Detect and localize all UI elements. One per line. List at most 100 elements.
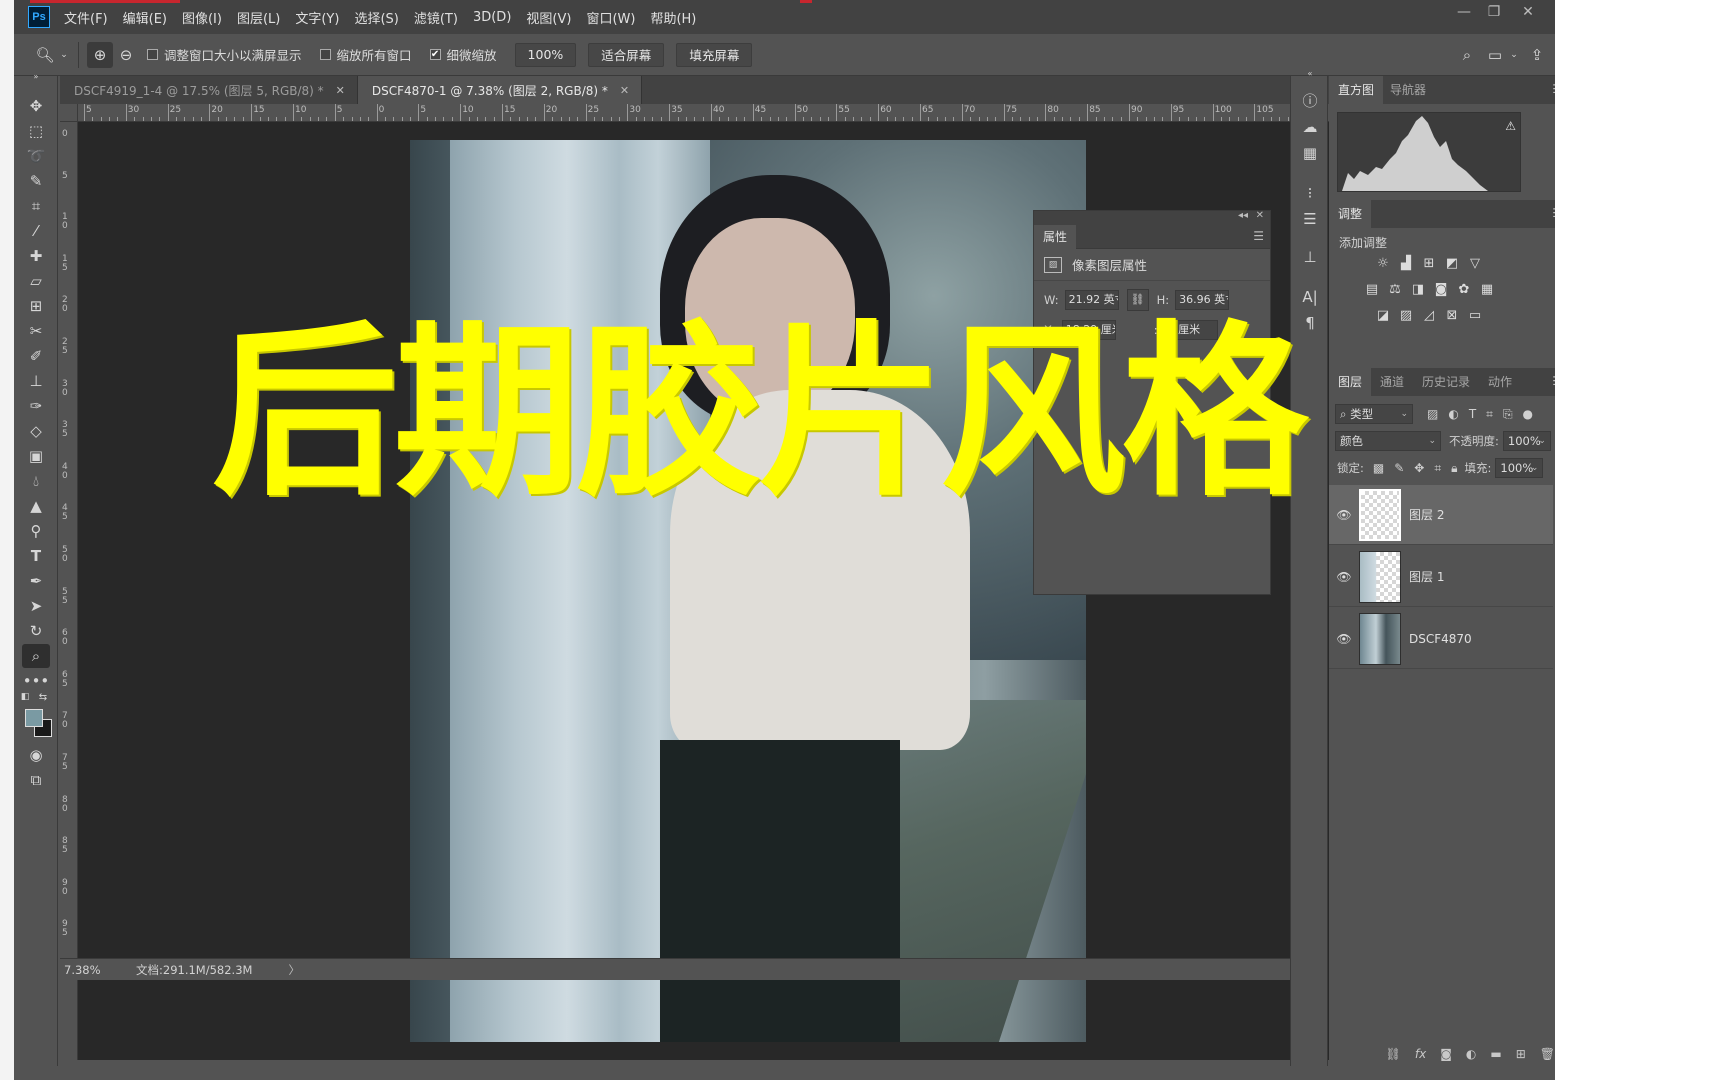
hue-saturation-icon[interactable]: ▤ xyxy=(1363,282,1381,298)
fx-icon[interactable]: fx xyxy=(1415,1047,1426,1061)
exposure-icon[interactable]: ◩ xyxy=(1443,256,1461,272)
close-icon[interactable]: ✕ xyxy=(1256,210,1264,221)
lock-artboard-icon[interactable]: ⌗ xyxy=(1434,461,1441,476)
pen-tool-icon[interactable]: ✒ xyxy=(22,569,50,593)
folder-icon[interactable]: ▬ xyxy=(1490,1047,1501,1061)
posterize-icon[interactable]: ▨ xyxy=(1397,308,1415,324)
quick-mask-icon[interactable]: ◉ xyxy=(22,743,50,767)
add-mask-icon[interactable]: ◙ xyxy=(1440,1047,1452,1061)
swap-colors-icon[interactable]: ⇆ xyxy=(36,690,50,704)
gradient-tool-icon[interactable]: ▣ xyxy=(22,444,50,468)
collapse-arrows-icon[interactable]: « xyxy=(1299,68,1321,80)
adjustment-layer-icon[interactable]: ◐ xyxy=(1466,1047,1476,1061)
horizontal-ruler[interactable]: 5 30 25 20 15 10 5 0 5 10 15 20 25 30 35 40 45 50 55 60 65 70… xyxy=(78,104,1420,122)
new-layer-icon[interactable]: ⊞ xyxy=(1516,1047,1526,1061)
brush-tool-icon[interactable]: ✐ xyxy=(22,344,50,368)
pixel-filter-icon[interactable]: ▨ xyxy=(1427,407,1438,421)
zoom-level[interactable]: 7.38% xyxy=(64,963,136,977)
zoom-all-windows-checkbox[interactable]: 缩放所有窗口 xyxy=(319,45,412,64)
menu-help[interactable]: 帮助(H) xyxy=(650,8,696,27)
menu-layer[interactable]: 图层(L) xyxy=(237,8,280,27)
layer-filter-select[interactable]: ⌕ 类型 ⌄ xyxy=(1335,404,1413,424)
chevron-down-icon[interactable]: ⌄ xyxy=(58,42,70,68)
layer-row-dscf4870[interactable]: 👁︎ DSCF4870 xyxy=(1329,609,1553,669)
threshold-icon[interactable]: ◿ xyxy=(1420,308,1438,324)
menu-type[interactable]: 文字(Y) xyxy=(295,8,339,27)
shape-filter-icon[interactable]: ⌗ xyxy=(1486,407,1493,422)
vertical-ruler[interactable]: 0 5 1 0 1 5 2 0 2 5 3 0 3 5 4 0 4 5 5 0 5 5 6 0 6 5 7 … xyxy=(60,122,78,1060)
invert-icon[interactable]: ◪ xyxy=(1374,308,1392,324)
tab-channels[interactable]: 通道 xyxy=(1371,368,1413,396)
document-photo[interactable] xyxy=(410,140,1086,1042)
brightness-icon[interactable]: ☼ xyxy=(1374,256,1392,272)
eye-visibility-icon[interactable]: 👁︎ xyxy=(1329,570,1359,584)
sharpen-tool-icon[interactable]: ▲ xyxy=(22,494,50,518)
quick-select-tool-icon[interactable]: ✎ xyxy=(22,169,50,193)
panel-menu-icon[interactable]: ☰ xyxy=(1253,229,1264,243)
history-brush-tool-icon[interactable]: ✑ xyxy=(22,394,50,418)
tab-actions[interactable]: 动作 xyxy=(1479,368,1521,396)
workspace-icon[interactable]: ▭ xyxy=(1482,42,1508,68)
channel-mixer-icon[interactable]: ✿ xyxy=(1455,282,1473,298)
close-icon[interactable]: ✕ xyxy=(620,84,629,97)
layer-row-layer2[interactable]: 👁︎ 图层 2 xyxy=(1329,485,1553,545)
blend-mode-select[interactable]: 颜色 ⌄ xyxy=(1335,431,1441,451)
fill-screen-button[interactable]: 填充屏幕 xyxy=(676,42,753,67)
eraser-tool-icon[interactable]: ◇ xyxy=(22,419,50,443)
filter-toggle-icon[interactable]: ● xyxy=(1523,407,1533,421)
lock-all-icon[interactable]: 🔒︎ xyxy=(1451,461,1457,476)
vibrance-icon[interactable]: ▽ xyxy=(1466,256,1484,272)
lasso-tool-icon[interactable]: ➰ xyxy=(22,144,50,168)
scrubby-zoom-checkbox[interactable]: ✔ 细微缩放 xyxy=(429,45,497,64)
tab-layers[interactable]: 图层 xyxy=(1329,368,1372,396)
marquee-tool-icon[interactable]: ⬚ xyxy=(22,119,50,143)
type-filter-icon[interactable]: T xyxy=(1469,407,1476,421)
resize-windows-checkbox[interactable]: 调整窗口大小以满屏显示 xyxy=(147,45,302,64)
menu-image[interactable]: 图像(I) xyxy=(182,8,222,27)
eye-visibility-icon[interactable]: 👁︎ xyxy=(1329,632,1359,646)
tab-dscf4870[interactable]: DSCF4870-1 @ 7.38% (图层 2, RGB/8) * ✕ xyxy=(357,76,643,104)
close-icon[interactable]: ✕ xyxy=(336,84,345,97)
healing-brush-tool-icon[interactable]: ✚ xyxy=(22,244,50,268)
collapse-arrows-icon[interactable]: » xyxy=(22,70,50,82)
scissors-tool-icon[interactable]: ✂ xyxy=(22,319,50,343)
search-icon[interactable]: ⌕ xyxy=(1454,42,1480,68)
menu-filter[interactable]: 滤镜(T) xyxy=(414,8,458,27)
zoom-in-icon[interactable]: ⊕ xyxy=(87,41,113,68)
gradient-map-icon[interactable]: ▭ xyxy=(1466,308,1484,324)
blur-tool-icon[interactable]: 💧︎ xyxy=(22,469,50,493)
menu-3d[interactable]: 3D(D) xyxy=(473,10,511,25)
zoom-100-button[interactable]: 100% xyxy=(514,42,577,67)
color-lookup-icon[interactable]: ▦ xyxy=(1478,282,1496,298)
lock-position-icon[interactable]: ✥ xyxy=(1414,461,1424,475)
fit-screen-button[interactable]: 适合屏幕 xyxy=(588,42,665,67)
chevron-down-icon[interactable]: ⌄ xyxy=(1508,42,1520,68)
smart-object-filter-icon[interactable]: ⎘ xyxy=(1503,407,1513,422)
link-layers-icon[interactable]: ⛓ xyxy=(1386,1047,1401,1061)
color-palette-icon[interactable]: ☁ xyxy=(1299,116,1321,138)
clone-source-icon[interactable]: ⊥ xyxy=(1299,246,1321,268)
adjustment-filter-icon[interactable]: ◐ xyxy=(1448,407,1458,421)
lock-pixels-icon[interactable]: ✎ xyxy=(1394,461,1404,475)
clone-stamp-tool-icon[interactable]: ⊥ xyxy=(22,369,50,393)
zoom-out-icon[interactable]: ⊖ xyxy=(113,42,139,68)
brush-settings-icon[interactable]: ⁝ xyxy=(1299,182,1321,204)
path-select-tool-icon[interactable]: ➤ xyxy=(22,594,50,618)
info-icon[interactable]: ⓘ xyxy=(1299,90,1321,112)
menu-view[interactable]: 视图(V) xyxy=(526,8,571,27)
default-colors-icon[interactable]: ◧ xyxy=(18,690,32,704)
photo-filter-icon[interactable]: ◙ xyxy=(1432,282,1450,298)
swatches-grid-icon[interactable]: ▦ xyxy=(1299,142,1321,164)
eye-visibility-icon[interactable]: 👁︎ xyxy=(1329,508,1359,522)
tab-history[interactable]: 历史记录 xyxy=(1413,368,1479,396)
layer-row-layer1[interactable]: 👁︎ 图层 1 xyxy=(1329,547,1553,607)
zoom-tool-icon[interactable]: ⌕ xyxy=(22,644,50,668)
adjust-sliders-icon[interactable]: ☰ xyxy=(1299,208,1321,230)
tab-navigator[interactable]: 导航器 xyxy=(1381,76,1435,104)
opacity-field[interactable]: 100% ⌄ xyxy=(1502,431,1551,451)
curves-icon[interactable]: ⊞ xyxy=(1420,256,1438,272)
move-tool-icon[interactable]: ✥ xyxy=(22,94,50,118)
menu-window[interactable]: 窗口(W) xyxy=(586,8,635,27)
tab-properties[interactable]: 属性 xyxy=(1034,225,1077,249)
zoom-tool-preset-icon[interactable]: 🔍︎ xyxy=(32,42,58,68)
